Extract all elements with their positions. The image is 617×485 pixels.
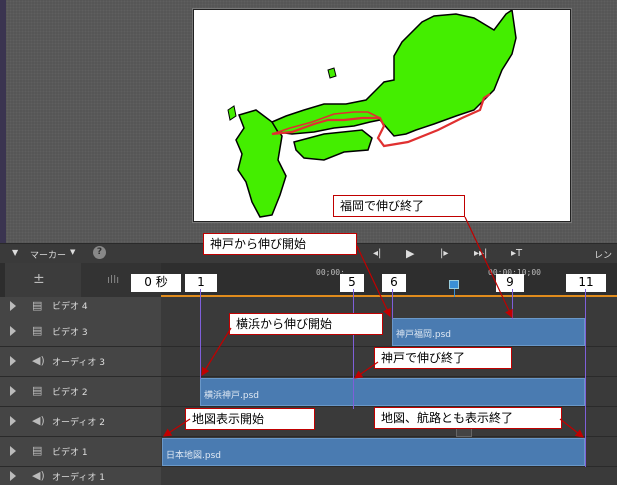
callout-arrows bbox=[162, 216, 584, 438]
